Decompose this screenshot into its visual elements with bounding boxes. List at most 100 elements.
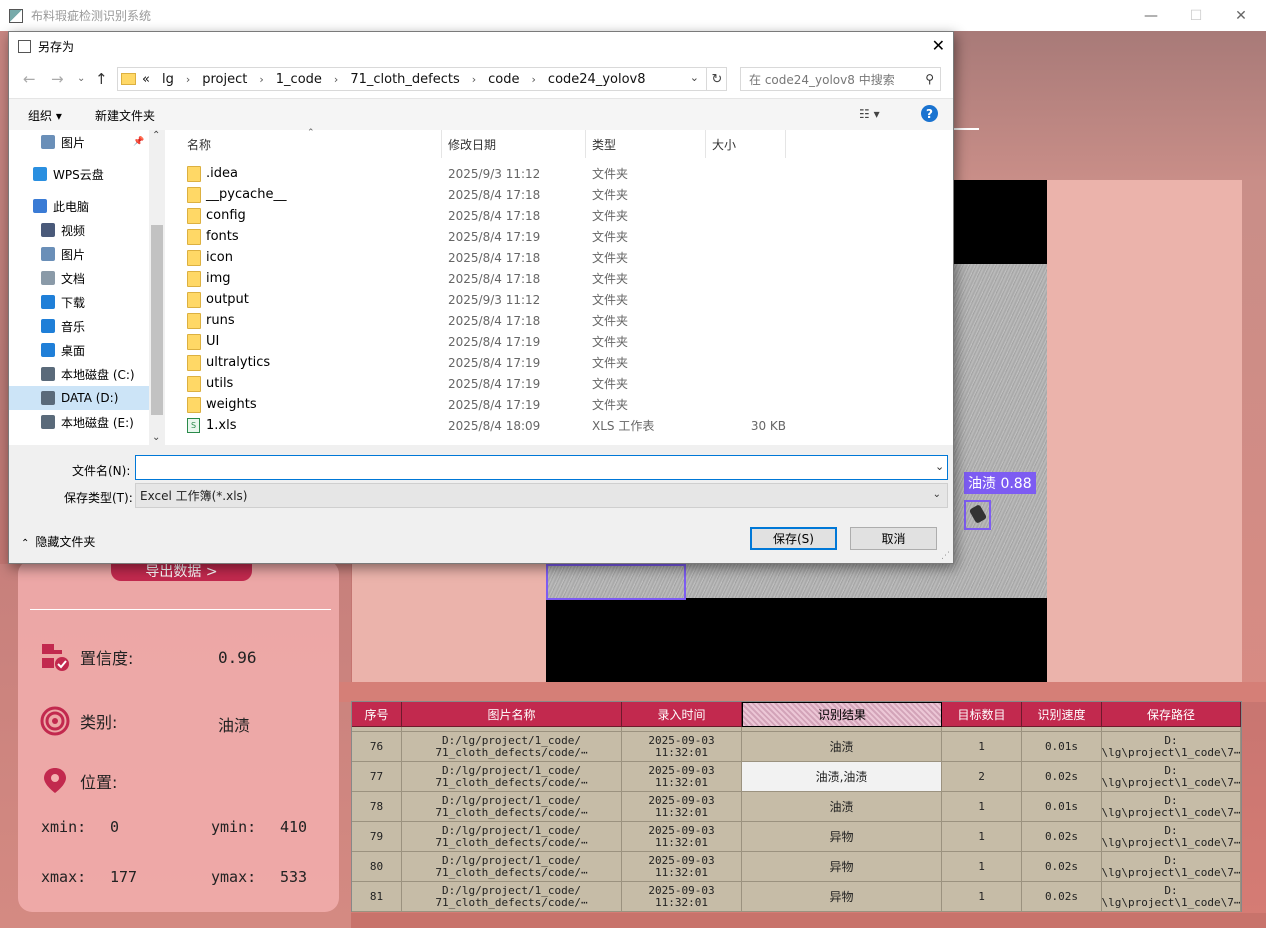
breadcrumb-item[interactable]: code xyxy=(488,72,519,87)
file-row[interactable]: .idea 2025/9/3 11:12 文件夹 xyxy=(165,163,953,184)
nav-item[interactable]: 本地磁盘 (E:) xyxy=(9,410,149,434)
forward-arrow-icon[interactable]: → xyxy=(51,70,64,88)
table-cell-path[interactable]: D: \lg\project\1_code\7⋯ xyxy=(1102,882,1241,912)
file-row[interactable]: fonts 2025/8/4 17:19 文件夹 xyxy=(165,226,953,247)
breadcrumb-item[interactable]: 71_cloth_defects xyxy=(350,72,459,87)
table-cell-speed[interactable]: 0.01s xyxy=(1022,732,1102,762)
table-row[interactable]: 80 D:/lg/project/1_code/ 71_cloth_defects… xyxy=(352,852,1241,882)
type-column-header[interactable]: 类型 xyxy=(586,130,706,158)
table-cell-count[interactable]: 1 xyxy=(942,792,1022,822)
table-cell-id[interactable]: 79 xyxy=(352,822,402,852)
table-cell-id[interactable]: 81 xyxy=(352,882,402,912)
name-column-header[interactable]: 名称 xyxy=(165,130,442,158)
recent-chevron-icon[interactable]: ⌄ xyxy=(77,73,85,84)
table-cell-count[interactable]: 1 xyxy=(942,882,1022,912)
nav-item[interactable]: 视频 xyxy=(9,218,149,242)
new-folder-button[interactable]: 新建文件夹 xyxy=(95,107,155,124)
nav-item[interactable]: 此电脑 xyxy=(9,194,149,218)
nav-item[interactable]: 文档 xyxy=(9,266,149,290)
nav-item[interactable]: 下载 xyxy=(9,290,149,314)
table-cell-name[interactable]: D:/lg/project/1_code/ 71_cloth_defects/c… xyxy=(402,882,622,912)
column-header[interactable]: 目标数目 xyxy=(942,702,1022,727)
file-row[interactable]: S 1.xls 2025/8/4 18:09 XLS 工作表 30 KB xyxy=(165,415,953,436)
nav-item[interactable]: 图片 📌 xyxy=(9,130,149,154)
refresh-button[interactable]: ↻ xyxy=(706,67,727,91)
hide-folders-toggle[interactable]: ⌃ 隐藏文件夹 xyxy=(21,533,95,550)
resize-grip-icon[interactable]: ⋰ xyxy=(941,551,950,561)
view-options-button[interactable]: ☷ ▾ xyxy=(859,107,880,121)
table-cell-name[interactable]: D:/lg/project/1_code/ 71_cloth_defects/c… xyxy=(402,732,622,762)
breadcrumb-item[interactable]: lg xyxy=(162,72,174,87)
breadcrumb-item[interactable]: « xyxy=(142,72,150,87)
scroll-down-icon[interactable]: ⌄ xyxy=(152,432,160,443)
file-row[interactable]: runs 2025/8/4 17:18 文件夹 xyxy=(165,310,953,331)
table-cell-path[interactable]: D: \lg\project\1_code\7⋯ xyxy=(1102,732,1241,762)
nav-item[interactable]: DATA (D:) xyxy=(9,386,149,410)
table-cell-time[interactable]: 2025-09-03 11:32:01 xyxy=(622,852,742,882)
nav-item[interactable]: 本地磁盘 (C:) xyxy=(9,362,149,386)
size-column-header[interactable]: 大小 xyxy=(706,130,786,158)
breadcrumb-item[interactable]: code24_yolov8 xyxy=(548,72,646,87)
table-cell-path[interactable]: D: \lg\project\1_code\7⋯ xyxy=(1102,792,1241,822)
table-cell-time[interactable]: 2025-09-03 11:32:01 xyxy=(622,732,742,762)
table-cell-count[interactable]: 1 xyxy=(942,822,1022,852)
table-cell-speed[interactable]: 0.02s xyxy=(1022,882,1102,912)
column-header[interactable]: 识别速度 xyxy=(1022,702,1102,727)
table-cell-id[interactable]: 76 xyxy=(352,732,402,762)
filename-dropdown-icon[interactable]: ⌄ xyxy=(935,460,944,473)
search-input[interactable]: 在 code24_yolov8 中搜索 ⚲ xyxy=(740,67,941,91)
breadcrumb-item[interactable]: 1_code xyxy=(276,72,322,87)
scrollbar-thumb[interactable] xyxy=(151,225,163,415)
breadcrumb-separator-icon[interactable]: › xyxy=(186,73,190,86)
file-row[interactable]: UI 2025/8/4 17:19 文件夹 xyxy=(165,331,953,352)
table-cell-time[interactable]: 2025-09-03 11:32:01 xyxy=(622,822,742,852)
filetype-select[interactable]: Excel 工作簿(*.xls) ⌄ xyxy=(135,483,948,508)
breadcrumb-separator-icon[interactable]: › xyxy=(472,73,476,86)
table-cell-count[interactable]: 1 xyxy=(942,732,1022,762)
table-cell-count[interactable]: 1 xyxy=(942,852,1022,882)
column-header[interactable]: 录入时间 xyxy=(622,702,742,727)
address-dropdown-icon[interactable]: ⌄ xyxy=(690,71,699,84)
file-row[interactable]: output 2025/9/3 11:12 文件夹 xyxy=(165,289,953,310)
table-cell-result[interactable]: 油渍,油渍 xyxy=(742,762,942,792)
table-cell-speed[interactable]: 0.02s xyxy=(1022,852,1102,882)
table-cell-time[interactable]: 2025-09-03 11:32:01 xyxy=(622,762,742,792)
table-cell-result[interactable]: 异物 xyxy=(742,882,942,912)
file-row[interactable]: utils 2025/8/4 17:19 文件夹 xyxy=(165,373,953,394)
organize-button[interactable]: 组织 ▾ xyxy=(28,107,62,124)
breadcrumb-separator-icon[interactable]: › xyxy=(334,73,338,86)
column-header[interactable]: 识别结果 xyxy=(742,702,942,727)
breadcrumb-separator-icon[interactable]: › xyxy=(259,73,263,86)
table-row[interactable]: 81 D:/lg/project/1_code/ 71_cloth_defects… xyxy=(352,882,1241,912)
cancel-button[interactable]: 取消 xyxy=(850,527,937,550)
column-header[interactable]: 图片名称 xyxy=(402,702,622,727)
table-cell-name[interactable]: D:/lg/project/1_code/ 71_cloth_defects/c… xyxy=(402,792,622,822)
file-row[interactable]: ultralytics 2025/8/4 17:19 文件夹 xyxy=(165,352,953,373)
nav-item[interactable]: 图片 xyxy=(9,242,149,266)
table-cell-speed[interactable]: 0.02s xyxy=(1022,822,1102,852)
file-row[interactable]: icon 2025/8/4 17:18 文件夹 xyxy=(165,247,953,268)
table-cell-path[interactable]: D: \lg\project\1_code\7⋯ xyxy=(1102,822,1241,852)
table-cell-time[interactable]: 2025-09-03 11:32:01 xyxy=(622,882,742,912)
column-header[interactable]: 序号 xyxy=(352,702,402,727)
table-row[interactable]: 79 D:/lg/project/1_code/ 71_cloth_defects… xyxy=(352,822,1241,852)
table-cell-name[interactable]: D:/lg/project/1_code/ 71_cloth_defects/c… xyxy=(402,762,622,792)
file-row[interactable]: config 2025/8/4 17:18 文件夹 xyxy=(165,205,953,226)
file-row[interactable]: img 2025/8/4 17:18 文件夹 xyxy=(165,268,953,289)
file-row[interactable]: __pycache__ 2025/8/4 17:18 文件夹 xyxy=(165,184,953,205)
filename-input[interactable] xyxy=(135,455,948,480)
up-arrow-icon[interactable]: ↑ xyxy=(95,70,108,88)
minimize-button[interactable]: — xyxy=(1128,0,1174,31)
back-arrow-icon[interactable]: ← xyxy=(23,70,36,88)
table-cell-id[interactable]: 80 xyxy=(352,852,402,882)
column-header[interactable]: 保存路径 xyxy=(1102,702,1241,727)
nav-scrollbar[interactable]: ⌃ ⌄ xyxy=(149,130,165,445)
pin-icon[interactable]: 📌 xyxy=(133,137,144,147)
table-row[interactable]: 78 D:/lg/project/1_code/ 71_cloth_defects… xyxy=(352,792,1241,822)
table-cell-result[interactable]: 异物 xyxy=(742,822,942,852)
table-cell-path[interactable]: D: \lg\project\1_code\7⋯ xyxy=(1102,852,1241,882)
nav-item[interactable]: 音乐 xyxy=(9,314,149,338)
table-cell-id[interactable]: 77 xyxy=(352,762,402,792)
scroll-up-icon[interactable]: ⌃ xyxy=(152,130,160,141)
breadcrumb-separator-icon[interactable]: › xyxy=(532,73,536,86)
